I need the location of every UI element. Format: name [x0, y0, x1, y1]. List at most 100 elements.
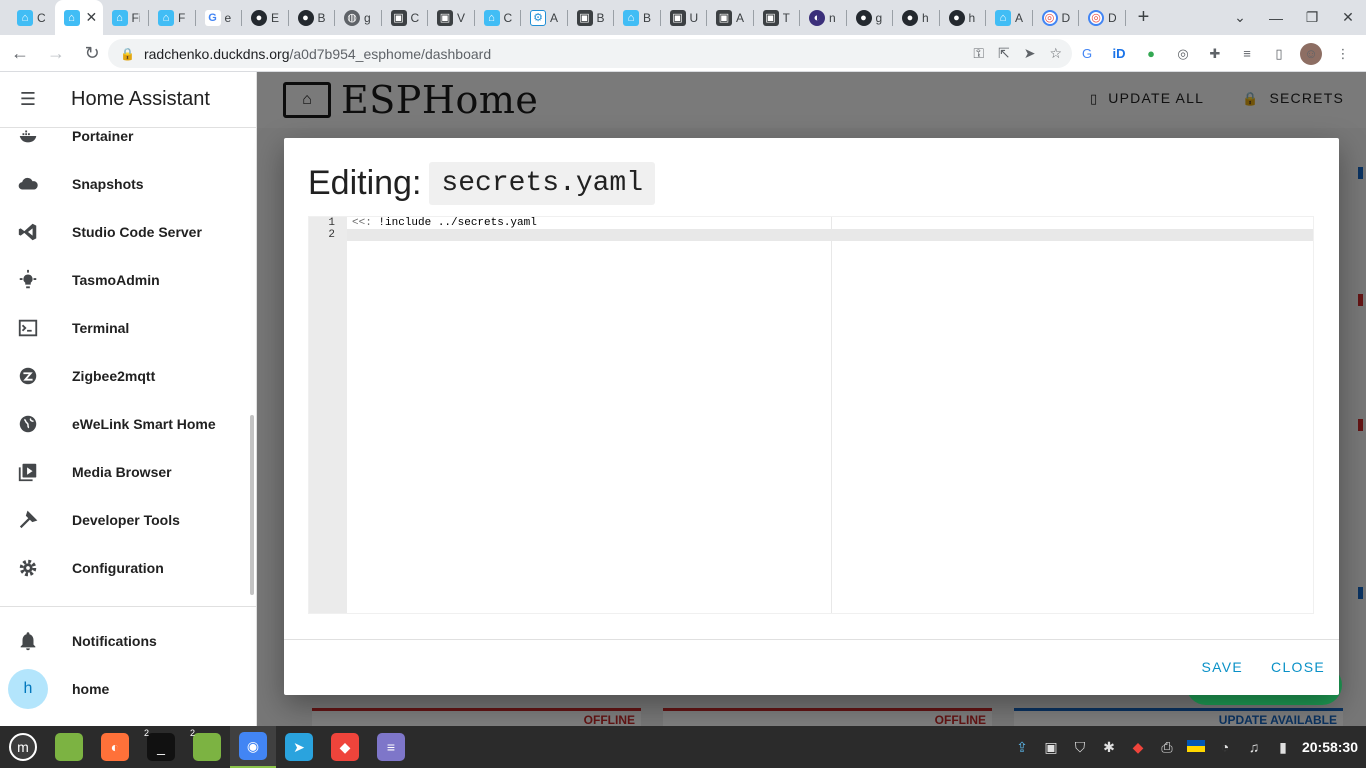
- sidebar-item-portainer[interactable]: Portainer: [0, 128, 248, 160]
- reload-button[interactable]: ↻: [76, 37, 108, 69]
- save-button[interactable]: SAVE: [1202, 659, 1244, 675]
- browser-tab[interactable]: ▣ U: [661, 0, 708, 35]
- minimize-button[interactable]: —: [1258, 10, 1294, 26]
- sidebar-item-label: Notifications: [72, 633, 157, 649]
- tab-search-icon[interactable]: ⌄: [1222, 9, 1258, 26]
- translate-extension-icon[interactable]: G: [1076, 43, 1098, 65]
- anydesk-tray-icon[interactable]: ◆: [1128, 739, 1148, 756]
- code-line[interactable]: <<: !include ../secrets.yaml: [347, 217, 1313, 229]
- browser-tab[interactable]: ● B: [289, 0, 336, 35]
- taskbar-app[interactable]: ◆: [322, 726, 368, 768]
- browser-tab[interactable]: ● E: [242, 0, 289, 35]
- browser-tab[interactable]: ● h: [940, 0, 987, 35]
- code-lines[interactable]: <<: !include ../secrets.yaml: [347, 217, 1313, 241]
- line-number: 2: [328, 229, 335, 241]
- dialog-title-prefix: Editing:: [308, 164, 422, 202]
- menu-toggle-icon[interactable]: ☰: [0, 89, 56, 110]
- tab-title: D: [1061, 10, 1070, 25]
- taskbar-app[interactable]: [46, 726, 92, 768]
- new-tab-button[interactable]: +: [1126, 0, 1162, 35]
- id-extension-icon[interactable]: iD: [1108, 43, 1130, 65]
- tab-title: e: [224, 10, 232, 25]
- browser-tab[interactable]: ● h: [893, 0, 940, 35]
- browser-tab[interactable]: ◎ D: [1033, 0, 1080, 35]
- bluetooth-icon[interactable]: ✱: [1099, 739, 1119, 756]
- code-line-active[interactable]: [347, 229, 1313, 241]
- side-panel-icon[interactable]: ▯: [1268, 43, 1290, 65]
- eye-extension-icon[interactable]: ◎: [1172, 43, 1194, 65]
- menu-kebab-icon[interactable]: ⋮: [1332, 43, 1354, 65]
- taskbar-app[interactable]: ≡: [368, 726, 414, 768]
- sidebar-item-snapshots[interactable]: Snapshots: [0, 160, 248, 208]
- sidebar-item-media-browser[interactable]: Media Browser: [0, 448, 248, 496]
- close-window-button[interactable]: ✕: [1330, 9, 1366, 26]
- browser-tab[interactable]: ⚙ A: [521, 0, 568, 35]
- browser-tab[interactable]: ◎ D: [1079, 0, 1126, 35]
- bookmark-star-icon[interactable]: ☆: [1049, 45, 1062, 62]
- browser-tab[interactable]: ▣ B: [568, 0, 615, 35]
- sidebar-item-ewelink-smart-home[interactable]: eWeLink Smart Home: [0, 400, 248, 448]
- taskbar-app[interactable]: ◉: [230, 726, 276, 768]
- browser-tab[interactable]: ● g: [847, 0, 894, 35]
- browser-tab[interactable]: ⌂ C: [475, 0, 522, 35]
- sidebar-item-tasmoadmin[interactable]: TasmoAdmin: [0, 256, 248, 304]
- maximize-button[interactable]: ❐: [1294, 9, 1330, 26]
- sidebar-title: Home Assistant: [71, 88, 210, 110]
- sidebar-item-profile[interactable]: h home: [0, 665, 248, 713]
- send-icon[interactable]: ➤: [1024, 45, 1036, 62]
- browser-tab[interactable]: ▣ C: [382, 0, 429, 35]
- browser-tab[interactable]: ⌂ C: [8, 0, 55, 35]
- browser-tab[interactable]: ◍ g: [335, 0, 382, 35]
- sidebar-item-notifications[interactable]: Notifications: [0, 617, 248, 665]
- browser-tab[interactable]: ⌂Fi: [103, 0, 150, 35]
- globe-icon: [0, 413, 56, 435]
- taskbar-app[interactable]: ◐: [92, 726, 138, 768]
- sidebar-item-studio-code-server[interactable]: Studio Code Server: [0, 208, 248, 256]
- close-tab-icon[interactable]: ✕: [86, 9, 98, 26]
- green-extension-icon[interactable]: ●: [1140, 43, 1162, 65]
- address-bar[interactable]: 🔒 radchenko.duckdns.org/a0d7b954_esphome…: [108, 39, 1072, 68]
- battery-icon[interactable]: ▮: [1273, 739, 1293, 756]
- taskbar-app[interactable]: m: [0, 726, 46, 768]
- sidebar-item-developer-tools[interactable]: Developer Tools: [0, 496, 248, 544]
- taskbar-app[interactable]: 2: [184, 726, 230, 768]
- browser-tab[interactable]: ▣ T: [754, 0, 801, 35]
- sidebar-item-terminal[interactable]: Terminal: [0, 304, 248, 352]
- omnibox-actions: ⚿ ⇱ ➤ ☆: [973, 45, 1062, 62]
- close-button[interactable]: CLOSE: [1271, 659, 1325, 675]
- forward-button[interactable]: →: [40, 37, 72, 69]
- browser-tab[interactable]: ▣ V: [428, 0, 475, 35]
- wifi-icon[interactable]: ◔: [1215, 739, 1235, 755]
- browser-tab[interactable]: ▣ A: [707, 0, 754, 35]
- clock[interactable]: 20:58:30: [1302, 739, 1358, 755]
- open-external-icon[interactable]: ⇱: [998, 45, 1010, 62]
- sidebar-item-zigbee2mqtt[interactable]: Zigbee2mqtt: [0, 352, 248, 400]
- clipboard-icon[interactable]: ▣: [1041, 739, 1061, 756]
- update-manager-icon[interactable]: ⇪: [1012, 739, 1032, 756]
- browser-tab[interactable]: ⌂Fi: [149, 0, 196, 35]
- taskbar-app[interactable]: _ 2: [138, 726, 184, 768]
- puzzle-icon[interactable]: ✚: [1204, 43, 1226, 65]
- browser-tab[interactable]: ⌂ A: [986, 0, 1033, 35]
- back-button[interactable]: ←: [4, 37, 36, 69]
- browser-tab[interactable]: ◐ n: [800, 0, 847, 35]
- sidebar-item-configuration[interactable]: Configuration: [0, 544, 248, 592]
- sidebar-scrollbar[interactable]: [250, 415, 254, 595]
- taskbar-app[interactable]: ➤: [276, 726, 322, 768]
- shield-icon[interactable]: ⛉: [1070, 739, 1090, 756]
- key-icon[interactable]: ⚿: [973, 45, 984, 62]
- window-count-badge: 2: [190, 728, 196, 738]
- code-editor[interactable]: 1 2 <<: !include ../secrets.yaml: [308, 216, 1314, 614]
- profile-avatar[interactable]: ☺: [1300, 42, 1322, 65]
- browser-tab[interactable]: Ge: [196, 0, 243, 35]
- media-control-icon[interactable]: ≡: [1236, 43, 1258, 65]
- sound-icon[interactable]: ♫: [1244, 739, 1264, 755]
- printer-icon[interactable]: ⎙: [1157, 739, 1177, 756]
- tab-title: g: [875, 10, 883, 25]
- folder-icon: [193, 733, 221, 761]
- tab-favicon-icon: ⌂: [63, 9, 80, 26]
- keyboard-layout-icon[interactable]: [1186, 739, 1206, 755]
- browser-tab[interactable]: ⌂ B: [614, 0, 661, 35]
- lock-icon[interactable]: 🔒: [120, 47, 135, 61]
- browser-tab[interactable]: ⌂ ✕: [54, 0, 103, 35]
